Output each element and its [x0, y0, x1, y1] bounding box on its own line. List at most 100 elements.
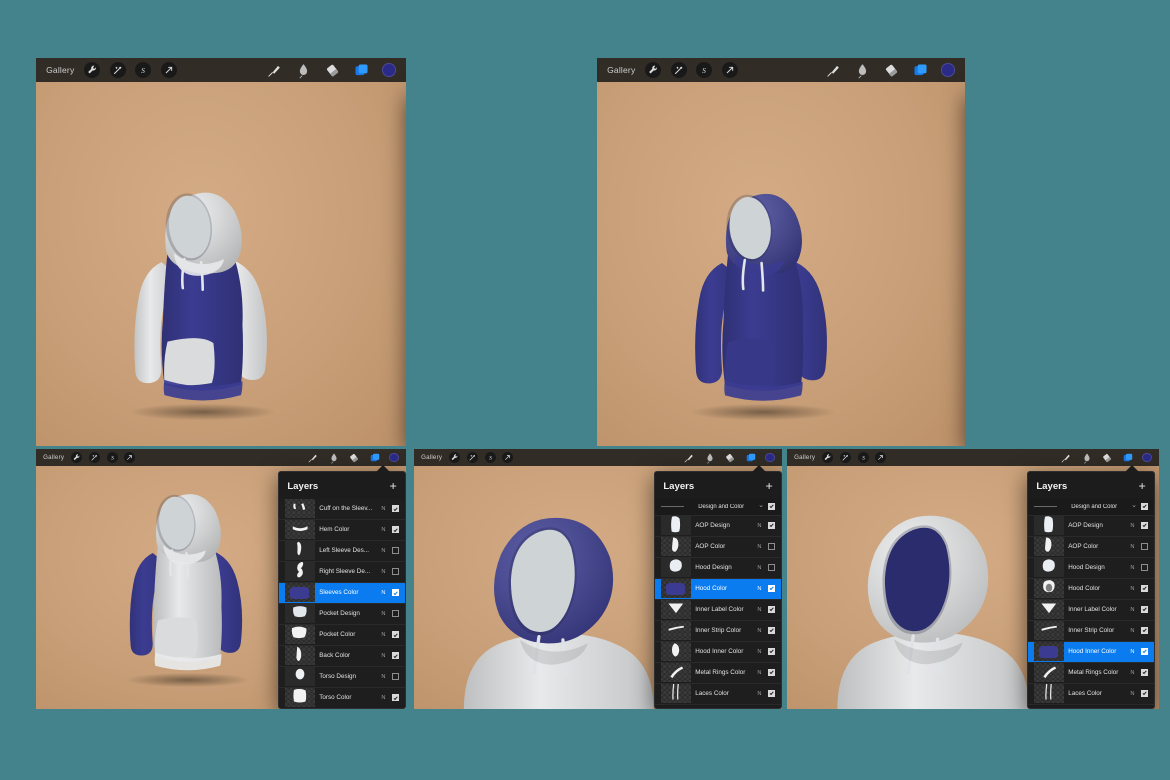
layer-row[interactable]: Hood Inner ColorN: [655, 642, 781, 663]
layer-row[interactable]: Torso DesignN: [279, 667, 405, 688]
layer-row[interactable]: Back ColorN: [279, 646, 405, 667]
layer-blend-mode[interactable]: N: [1128, 586, 1137, 592]
layer-blend-mode[interactable]: N: [755, 691, 764, 697]
layers-icon[interactable]: [745, 452, 757, 464]
layer-visibility-checkbox[interactable]: [1141, 606, 1148, 613]
eraser-icon[interactable]: [1101, 452, 1113, 464]
brush-icon[interactable]: [1060, 452, 1072, 464]
transform-arrow-icon[interactable]: [161, 62, 177, 78]
brush-icon[interactable]: [683, 452, 695, 464]
layer-blend-mode[interactable]: N: [379, 611, 388, 617]
layer-blend-mode[interactable]: N: [1128, 649, 1137, 655]
color-swatch[interactable]: [941, 63, 955, 77]
layer-row[interactable]: Hem ColorN: [279, 520, 405, 541]
chevron-down-icon[interactable]: ⌄: [758, 503, 764, 510]
transform-arrow-icon[interactable]: [502, 452, 513, 463]
layer-row[interactable]: Hood DesignN: [655, 558, 781, 579]
gallery-button[interactable]: Gallery: [421, 454, 442, 461]
smudge-icon[interactable]: [328, 452, 340, 464]
layer-visibility-checkbox[interactable]: [392, 631, 399, 638]
layer-blend-mode[interactable]: N: [755, 649, 764, 655]
layer-row[interactable]: Laces ColorN: [655, 684, 781, 705]
smudge-wand-icon[interactable]: [671, 62, 687, 78]
color-swatch[interactable]: [382, 63, 396, 77]
layer-row[interactable]: Hood ColorN: [1028, 579, 1154, 600]
layer-visibility-checkbox[interactable]: [392, 568, 399, 575]
selection-s-icon[interactable]: S: [858, 452, 869, 463]
add-layer-button[interactable]: +: [765, 479, 772, 493]
layer-blend-mode[interactable]: N: [755, 565, 764, 571]
layer-row[interactable]: Sleeves ColorN: [279, 583, 405, 604]
layer-visibility-checkbox[interactable]: [1141, 543, 1148, 550]
adjustments-wrench-icon[interactable]: [84, 62, 100, 78]
layer-visibility-checkbox[interactable]: [392, 652, 399, 659]
layer-row[interactable]: Torso ColorN: [279, 688, 405, 709]
layer-row[interactable]: Laces ColorN: [1028, 684, 1154, 705]
layer-visibility-checkbox[interactable]: [768, 669, 775, 676]
layer-blend-mode[interactable]: N: [379, 632, 388, 638]
layer-visibility-checkbox[interactable]: [768, 585, 775, 592]
layer-visibility-checkbox[interactable]: [392, 547, 399, 554]
layer-visibility-checkbox[interactable]: [392, 526, 399, 533]
selection-s-icon[interactable]: S: [696, 62, 712, 78]
layer-row[interactable]: Cuff on the Sleev...N: [279, 499, 405, 520]
adjustments-wrench-icon[interactable]: [71, 452, 82, 463]
color-swatch[interactable]: [389, 453, 399, 463]
layer-row[interactable]: Metal Rings ColorN: [1028, 663, 1154, 684]
layer-visibility-checkbox[interactable]: [392, 589, 399, 596]
transform-arrow-icon[interactable]: [875, 452, 886, 463]
layer-blend-mode[interactable]: N: [755, 670, 764, 676]
color-swatch[interactable]: [1142, 453, 1152, 463]
layer-blend-mode[interactable]: N: [1128, 691, 1137, 697]
gallery-button[interactable]: Gallery: [46, 65, 74, 75]
layer-visibility-checkbox[interactable]: [768, 543, 775, 550]
brush-icon[interactable]: [825, 62, 842, 79]
layer-blend-mode[interactable]: N: [1128, 670, 1137, 676]
gallery-button[interactable]: Gallery: [43, 454, 64, 461]
layer-blend-mode[interactable]: N: [379, 653, 388, 659]
smudge-wand-icon[interactable]: [840, 452, 851, 463]
layer-visibility-checkbox[interactable]: [1141, 564, 1148, 571]
chevron-down-icon[interactable]: ⌄: [1131, 503, 1137, 510]
layer-blend-mode[interactable]: N: [379, 674, 388, 680]
layer-visibility-checkbox[interactable]: [768, 522, 775, 529]
layer-row[interactable]: Metal Rings ColorN: [655, 663, 781, 684]
layer-row[interactable]: Left Sleeve Des...N: [279, 541, 405, 562]
layer-blend-mode[interactable]: N: [755, 586, 764, 592]
layer-visibility-checkbox[interactable]: [392, 673, 399, 680]
eraser-icon[interactable]: [883, 62, 900, 79]
layer-row[interactable]: Inner Label ColorN: [1028, 600, 1154, 621]
smudge-wand-icon[interactable]: [467, 452, 478, 463]
layer-row[interactable]: Inner Strip ColorN: [1028, 621, 1154, 642]
layer-blend-mode[interactable]: N: [1128, 607, 1137, 613]
add-layer-button[interactable]: +: [1138, 479, 1145, 493]
layer-blend-mode[interactable]: N: [379, 569, 388, 575]
add-layer-button[interactable]: +: [389, 479, 396, 493]
eraser-icon[interactable]: [348, 452, 360, 464]
layer-row[interactable]: Pocket ColorN: [279, 625, 405, 646]
layer-blend-mode[interactable]: N: [1128, 544, 1137, 550]
layer-visibility-checkbox[interactable]: [1141, 522, 1148, 529]
layer-blend-mode[interactable]: N: [379, 548, 388, 554]
layer-visibility-checkbox[interactable]: [768, 690, 775, 697]
color-swatch[interactable]: [765, 453, 775, 463]
layer-visibility-checkbox[interactable]: [768, 648, 775, 655]
layer-row[interactable]: Hood ColorN: [655, 579, 781, 600]
eraser-icon[interactable]: [324, 62, 341, 79]
layer-visibility-checkbox[interactable]: [768, 564, 775, 571]
layer-blend-mode[interactable]: N: [755, 523, 764, 529]
layer-blend-mode[interactable]: N: [379, 527, 388, 533]
smudge-icon[interactable]: [295, 62, 312, 79]
brush-icon[interactable]: [266, 62, 283, 79]
transform-arrow-icon[interactable]: [722, 62, 738, 78]
smudge-icon[interactable]: [704, 452, 716, 464]
layer-blend-mode[interactable]: N: [1128, 523, 1137, 529]
layer-visibility-checkbox[interactable]: [392, 694, 399, 701]
layer-visibility-checkbox[interactable]: [392, 505, 399, 512]
smudge-icon[interactable]: [854, 62, 871, 79]
eraser-icon[interactable]: [724, 452, 736, 464]
group-visibility-checkbox[interactable]: [768, 503, 775, 510]
layer-visibility-checkbox[interactable]: [392, 610, 399, 617]
smudge-icon[interactable]: [1081, 452, 1093, 464]
layer-row[interactable]: Hood Inner ColorN: [1028, 642, 1154, 663]
